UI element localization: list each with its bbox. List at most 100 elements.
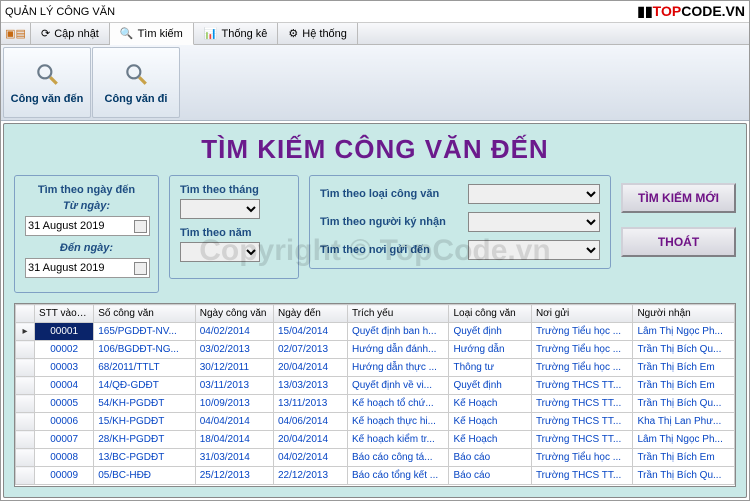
sender-label: Tìm theo nơi gửi đến [320,244,460,256]
cell: 20/04/2014 [273,359,347,377]
cell: 04/04/2014 [195,413,273,431]
cell: Lâm Thị Ngọc Ph... [633,323,735,341]
column-header[interactable]: Ngày đến [273,305,347,323]
brand-icon: ▮▮ [637,3,652,19]
column-header[interactable]: Ngày công văn [195,305,273,323]
calendar-icon[interactable] [134,262,147,275]
year-select[interactable] [180,242,260,262]
date-filter-panel: Tìm theo ngày đến Từ ngày: 31 August 201… [14,175,159,293]
cell: Hướng dẫn thực ... [347,359,449,377]
table-row[interactable]: 0000554/KH-PGDĐT10/09/201313/11/2013Kế h… [16,395,735,413]
exit-button[interactable]: THOÁT [621,227,736,257]
date-panel-title: Tìm theo ngày đến [25,184,148,196]
data-table: STT vào sốSố công vănNgày công vănNgày đ… [15,304,735,485]
table-row[interactable]: 0000728/KH-PGDĐT18/04/201420/04/2014Kế h… [16,431,735,449]
sender-select[interactable] [468,240,600,260]
row-marker [16,377,35,395]
content-area: TÌM KIẾM CÔNG VĂN ĐẾN Tìm theo ngày đến … [3,123,747,498]
cell: 03/11/2013 [195,377,273,395]
column-header[interactable]: STT vào số [35,305,94,323]
cell: Trường Tiểu học ... [531,341,633,359]
cell: Trường THCS TT... [531,467,633,485]
menu-tab-search[interactable]: 🔍Tìm kiếm [110,23,194,45]
doc-type-label: Tìm theo loại công văn [320,188,460,200]
cell: 05/BC-HĐĐ [94,467,196,485]
table-row[interactable]: 0000813/BC-PGDĐT31/03/201404/02/2014Báo … [16,449,735,467]
row-header-blank [16,305,35,323]
cell-stt: 00007 [35,431,94,449]
table-row[interactable]: 0000414/QĐ-GDĐT03/11/201313/03/2013Quyết… [16,377,735,395]
doc-type-select[interactable] [468,184,600,204]
table-row[interactable]: 0000368/2011/TTLT30/12/201120/04/2014Hướ… [16,359,735,377]
cell: 68/2011/TTLT [94,359,196,377]
cell-stt: 00005 [35,395,94,413]
cell-stt: 00003 [35,359,94,377]
row-marker [16,467,35,485]
cell: 13/BC-PGDĐT [94,449,196,467]
cell: Trần Thị Bích Qu... [633,395,735,413]
column-header[interactable]: Người nhận [633,305,735,323]
to-date-input[interactable]: 31 August 2019 [25,258,150,278]
calendar-icon[interactable] [134,220,147,233]
cell: Trần Thị Bích Qu... [633,341,735,359]
table-row[interactable]: 00002106/BGDĐT-NG...03/02/201302/07/2013… [16,341,735,359]
year-label: Tìm theo năm [180,227,288,239]
cell: Trường Tiểu học ... [531,323,633,341]
tool-incoming-doc[interactable]: Công văn đến [3,47,91,118]
from-date-label: Từ ngày: [25,200,148,212]
table-row[interactable]: 0000905/BC-HĐĐ25/12/201322/12/2013Báo cá… [16,467,735,485]
menu-tab-glyph[interactable]: ▣▤ [1,23,31,44]
cell: Hướng dẫn đánh... [347,341,449,359]
menu-tab-stats[interactable]: 📊Thống kê [194,23,279,44]
cell: Trần Thị Bích Em [633,377,735,395]
cell: 04/02/2014 [195,323,273,341]
cell: 31/03/2014 [195,449,273,467]
table-row[interactable]: 0000615/KH-PGDĐT04/04/201404/06/2014Kế h… [16,413,735,431]
menu-tab-system[interactable]: ⚙Hệ thống [278,23,358,44]
column-header[interactable]: Trích yếu [347,305,449,323]
menu-tab-update[interactable]: ⟳Cập nhật [31,23,110,44]
cell: 25/12/2013 [195,467,273,485]
from-date-input[interactable]: 31 August 2019 [25,216,150,236]
cell: 14/QĐ-GDĐT [94,377,196,395]
cell-stt: 00002 [35,341,94,359]
cell: Kế hoạch tổ chứ... [347,395,449,413]
cell: 04/06/2014 [273,413,347,431]
row-marker [16,449,35,467]
cell: 165/PGDĐT-NV... [94,323,196,341]
to-date-label: Đến ngày: [25,242,148,254]
month-year-panel: Tìm theo tháng Tìm theo năm [169,175,299,279]
cell: Trường THCS TT... [531,395,633,413]
tool-outgoing-doc[interactable]: Công văn đi [92,47,180,118]
cell: 10/09/2013 [195,395,273,413]
cell: Trường THCS TT... [531,413,633,431]
cell: 13/11/2013 [273,395,347,413]
table-row[interactable]: ▸00001165/PGDĐT-NV...04/02/201415/04/201… [16,323,735,341]
cell: Hướng dẫn [449,341,531,359]
cell: 28/KH-PGDĐT [94,431,196,449]
column-header[interactable]: Số công văn [94,305,196,323]
brand-logo: ▮▮TOPCODE.VN [637,3,745,20]
signer-select[interactable] [468,212,600,232]
cell: Quyết định [449,323,531,341]
cell: Trường Tiểu học ... [531,449,633,467]
cell: Kế hoạch kiểm tr... [347,431,449,449]
cell: Kế Hoạch [449,431,531,449]
cell: Trần Thị Bích Qu... [633,467,735,485]
column-header[interactable]: Nơi gửi [531,305,633,323]
cell: Trường THCS TT... [531,377,633,395]
cell: Quyết định về vi... [347,377,449,395]
month-select[interactable] [180,199,260,219]
cell: Báo cáo [449,467,531,485]
refresh-icon: ⟳ [41,27,50,40]
gear-icon: ⚙ [288,27,298,40]
cell: Trường Tiểu học ... [531,359,633,377]
cell: Báo cáo [449,449,531,467]
criteria-panel: Tìm theo loại công văn Tìm theo người ký… [309,175,611,269]
cell: Kế Hoạch [449,413,531,431]
search-new-button[interactable]: TÌM KIẾM MỚI [621,183,736,213]
row-marker [16,359,35,377]
cell: Kha Thị Lan Phư... [633,413,735,431]
cell-stt: 00009 [35,467,94,485]
column-header[interactable]: Loại công văn [449,305,531,323]
